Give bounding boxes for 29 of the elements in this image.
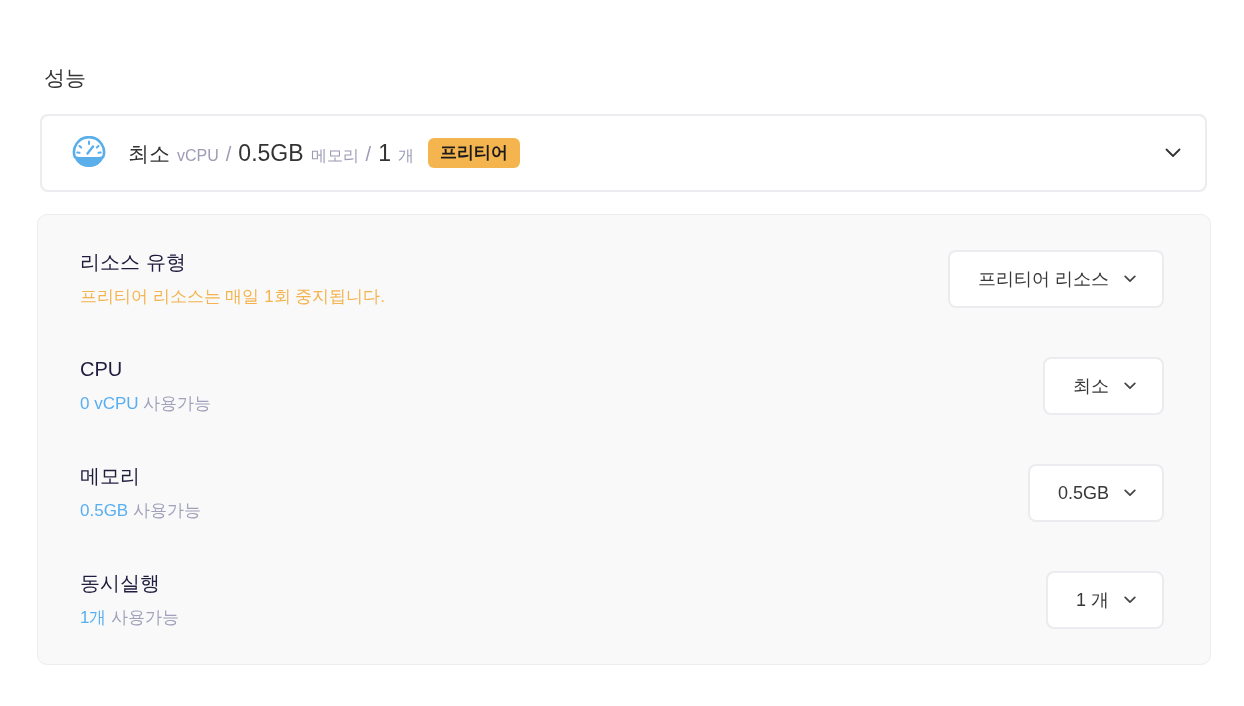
chevron-down-icon <box>1124 275 1136 283</box>
summary-separator: / <box>225 141 232 167</box>
setting-label: 동시실행 <box>80 571 161 596</box>
availability-text: 0 vCPU 사용가능 <box>80 393 212 415</box>
chevron-down-icon <box>1165 148 1181 158</box>
warning-note: 프리티어 리소스는 매일 1회 중지됩니다. <box>80 286 386 308</box>
setting-label: 리소스 유형 <box>80 250 187 275</box>
dropdown-button[interactable]: 1 개 <box>1046 571 1164 629</box>
chevron-down-icon <box>1124 596 1136 604</box>
summary-unit: 메모리 <box>310 145 359 166</box>
summary-unit: 개 <box>397 145 414 166</box>
gauge-icon <box>72 136 106 170</box>
setting-label: CPU <box>80 357 124 382</box>
chevron-down-icon <box>1124 489 1136 497</box>
availability-text: 0.5GB 사용가능 <box>80 500 201 522</box>
summary-separator: / <box>365 141 372 167</box>
performance-summary-header[interactable]: 최소 vCPU / 0.5GB 메모리 / 1 개 프리티어 <box>40 114 1207 192</box>
summary-value: 1 <box>378 138 391 168</box>
tier-badge: 프리티어 <box>427 138 520 168</box>
section-title: 성능 <box>44 65 87 91</box>
chevron-down-icon <box>1124 382 1136 390</box>
dropdown-button[interactable]: 최소 <box>1043 357 1164 415</box>
dropdown-button[interactable]: 프리티어 리소스 <box>948 250 1164 308</box>
summary-value: 최소 <box>128 140 170 167</box>
setting-label: 메모리 <box>80 464 141 489</box>
dropdown-button[interactable]: 0.5GB <box>1027 464 1164 522</box>
availability-text: 1개 사용가능 <box>80 607 180 629</box>
summary-unit: vCPU <box>177 145 219 166</box>
summary-value: 0.5GB <box>238 138 304 168</box>
